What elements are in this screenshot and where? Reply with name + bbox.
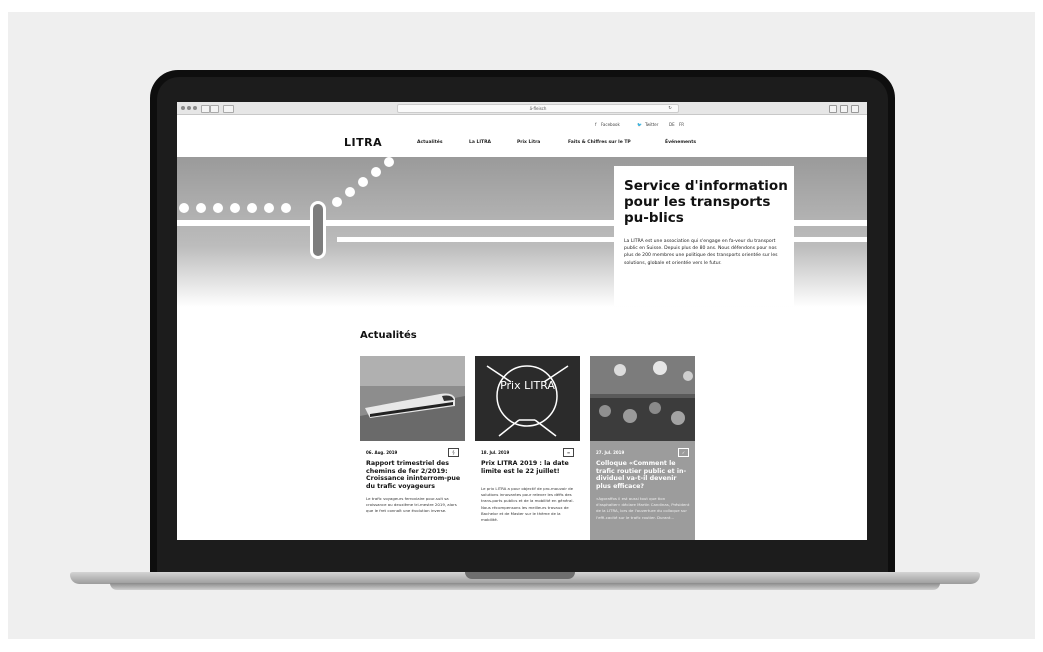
nav-item-prix-litra[interactable]: Prix Litra (517, 140, 540, 145)
news-card[interactable]: 27. Jul. 2019 ✓ Colloque «Comment le tra… (590, 356, 695, 540)
address-bar[interactable]: ä-fleisch (397, 104, 679, 113)
prix-litra-graphic (475, 356, 580, 441)
dot-decoration (345, 187, 355, 197)
card-date: 06. Aug. 2019 (366, 450, 398, 455)
facebook-icon[interactable]: f (595, 122, 596, 127)
dot-decoration (371, 167, 381, 177)
dot-decoration (264, 203, 274, 213)
conference-photo (590, 356, 695, 441)
train-pill-illustration (310, 201, 326, 259)
lang-fr-link[interactable]: FR (679, 122, 684, 127)
close-window-icon[interactable] (181, 106, 185, 110)
train-photo (360, 356, 465, 441)
document-icon: § (448, 448, 459, 457)
laptop-notch (465, 572, 575, 579)
checkbox-icon: ✓ (678, 448, 689, 457)
browser-toolbar: ä-fleisch ↻ (177, 102, 867, 115)
card-text: «Agoraffos il est aussi tout que tion d'… (596, 496, 690, 520)
sidebar-toggle-button[interactable] (223, 105, 234, 113)
twitter-link[interactable]: Twitter (645, 122, 658, 127)
new-tab-icon[interactable] (851, 105, 859, 113)
laptop-screen: ä-fleisch ↻ f Facebook 🐦 Twitter DE FR L… (177, 102, 867, 540)
dot-decoration (230, 203, 240, 213)
reload-icon[interactable]: ↻ (667, 105, 673, 111)
dot-decoration (247, 203, 257, 213)
minimize-window-icon[interactable] (187, 106, 191, 110)
newspaper-icon: ≡ (563, 448, 574, 457)
news-card[interactable]: Prix LITRA 18. Jul. 2019 ≡ Prix LITRA 20… (475, 356, 580, 540)
nav-item-faits-chiffres[interactable]: Faits & Chiffres sur le TP (568, 140, 631, 145)
dot-decoration (332, 197, 342, 207)
card-date: 27. Jul. 2019 (596, 450, 625, 455)
dot-decoration (179, 203, 189, 213)
card-title[interactable]: Colloque «Comment le trafic routier publ… (596, 460, 691, 490)
forward-button[interactable] (210, 105, 219, 113)
nav-item-la-litra[interactable]: La LITRA (469, 140, 491, 145)
share-icon[interactable] (840, 105, 848, 113)
lang-de-link[interactable]: DE (669, 122, 675, 127)
hero-title: Service d'information pour les transport… (624, 178, 788, 226)
dot-decoration (196, 203, 206, 213)
litra-logo[interactable]: LITRA (344, 136, 382, 149)
laptop-base-shadow (110, 583, 940, 590)
card-text: Le trafic voyageurs ferroviaire pour-sui… (366, 496, 457, 514)
nav-item-actualites[interactable]: Actualités (417, 140, 443, 145)
extension-icon[interactable] (829, 105, 837, 113)
hero-description: La LITRA est une association qui s'engag… (624, 239, 778, 266)
card-title[interactable]: Prix LITRA 2019 : la date limite est le … (481, 460, 576, 475)
news-card[interactable]: 06. Aug. 2019 § Rapport trimestriel des … (360, 356, 465, 540)
dot-decoration (281, 203, 291, 213)
dot-decoration (358, 177, 368, 187)
news-section-title: Actualités (360, 330, 417, 341)
maximize-window-icon[interactable] (193, 106, 197, 110)
prix-litra-text: Prix LITRA (500, 379, 555, 392)
card-text: Le prix LITRA a pour objectif de pro-mou… (481, 486, 574, 523)
facebook-link[interactable]: Facebook (601, 122, 620, 127)
dot-decoration (213, 203, 223, 213)
nav-item-evenements[interactable]: Événements (665, 140, 696, 145)
dot-decoration (384, 157, 394, 167)
back-button[interactable] (201, 105, 210, 113)
twitter-icon[interactable]: 🐦 (637, 122, 642, 127)
card-title[interactable]: Rapport trimestriel des chemins de fer 2… (366, 460, 461, 490)
hero-info-card: Service d'information pour les transport… (614, 166, 794, 306)
card-date: 18. Jul. 2019 (481, 450, 510, 455)
